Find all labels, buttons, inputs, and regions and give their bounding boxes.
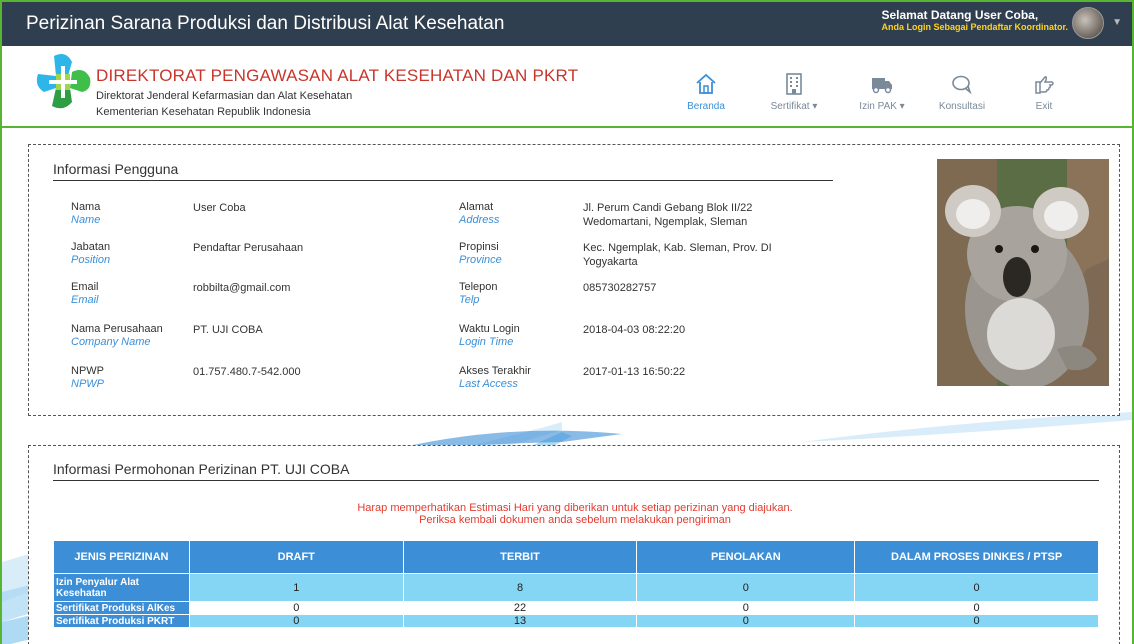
divider xyxy=(53,480,1099,481)
table-row[interactable]: Sertifikat Produksi AlKes 0 22 0 0 xyxy=(53,601,1099,615)
section-title: Informasi Pengguna xyxy=(53,161,179,177)
org-title: DIREKTORAT PENGAWASAN ALAT KESEHATAN DAN… xyxy=(96,66,579,85)
role-note: Anda Login Sebagai Pendaftar Koordinator… xyxy=(881,22,1068,32)
application-info-panel: Informasi Permohonan Perizinan PT. UJI C… xyxy=(28,445,1120,644)
profile-photo xyxy=(937,159,1109,386)
last-access-label: Akses Terakhir Last Access xyxy=(459,365,531,390)
org-ministry: Kementerian Kesehatan Republik Indonesia xyxy=(96,106,311,118)
draft-count[interactable]: 1 xyxy=(188,573,404,602)
column-header: TERBIT xyxy=(402,540,638,574)
position-value: Pendaftar Perusahaan xyxy=(193,242,304,254)
nav-label: Exit xyxy=(1035,101,1053,112)
company-label: Nama Perusahaan Company Name xyxy=(71,323,163,348)
welcome-text: Selamat Datang User Coba, xyxy=(881,8,1039,22)
nav-izin-pak[interactable]: Izin PAK ▾ xyxy=(842,72,922,112)
phone-label: Telepon Telp xyxy=(459,281,498,306)
address-value: Jl. Perum Candi Gebang Blok II/22 Wedomar… xyxy=(583,202,753,228)
column-header: DALAM PROSES DINKES / PTSP xyxy=(854,540,1099,574)
permit-type: Sertifikat Produksi AlKes xyxy=(53,601,190,615)
chevron-down-icon[interactable]: ▼ xyxy=(1112,17,1122,28)
nav-label: Izin PAK ▾ xyxy=(859,101,905,112)
chat-icon xyxy=(952,75,972,95)
app-window: Perizinan Sarana Produksi dan Distribusi… xyxy=(0,0,1134,644)
section-title: Informasi Permohonan Perizinan PT. UJI C… xyxy=(53,461,350,477)
nav-sertifikat[interactable]: Sertifikat ▾ xyxy=(754,72,834,112)
nav-label: Sertifikat ▾ xyxy=(770,101,818,112)
home-icon xyxy=(696,73,716,94)
nav-label: Beranda xyxy=(687,101,725,112)
ministry-logo xyxy=(36,54,91,109)
last-access-value: 2017-01-13 16:50:22 xyxy=(583,366,686,378)
name-value: User Coba xyxy=(193,202,246,214)
issued-count[interactable]: 22 xyxy=(402,601,638,615)
rejected-count[interactable]: 0 xyxy=(636,573,856,602)
app-title: Perizinan Sarana Produksi dan Distribusi… xyxy=(26,13,505,34)
province-label: Propinsi Province xyxy=(459,241,502,266)
issued-count[interactable]: 8 xyxy=(402,573,638,602)
site-header: DIREKTORAT PENGAWASAN ALAT KESEHATAN DAN… xyxy=(2,46,1132,128)
notice-estimate: Harap memperhatikan Estimasi Hari yang d… xyxy=(357,502,793,514)
province-value: Kec. Ngemplak, Kab. Sleman, Prov. DI Yogy… xyxy=(583,242,772,268)
company-value: PT. UJI COBA xyxy=(193,324,263,336)
in-process-count[interactable]: 0 xyxy=(854,614,1099,628)
draft-count[interactable]: 0 xyxy=(188,614,404,628)
truck-icon xyxy=(872,78,892,94)
issued-count[interactable]: 13 xyxy=(402,614,638,628)
top-bar: Perizinan Sarana Produksi dan Distribusi… xyxy=(2,2,1132,46)
in-process-count[interactable]: 0 xyxy=(854,573,1099,602)
permit-summary-table: JENIS PERIZINAN DRAFT TERBIT PENOLAKAN D… xyxy=(53,540,1099,628)
nav-label: Konsultasi xyxy=(938,101,986,112)
org-subtitle: Direktorat Jenderal Kefarmasian dan Alat… xyxy=(96,90,353,102)
column-header: DRAFT xyxy=(188,540,404,574)
login-time-label: Waktu Login Login Time xyxy=(459,323,520,348)
nav-exit[interactable]: Exit xyxy=(1004,72,1084,112)
email-label: Email Email xyxy=(71,281,99,306)
phone-value: 085730282757 xyxy=(583,282,657,294)
column-header: JENIS PERIZINAN xyxy=(53,540,190,574)
rejected-count[interactable]: 0 xyxy=(636,601,856,615)
user-greeting[interactable]: Selamat Datang User Coba, Anda Login Seb… xyxy=(881,8,1068,32)
npwp-label: NPWP NPWP xyxy=(71,365,104,390)
position-label: Jabatan Position xyxy=(71,241,111,266)
exit-icon xyxy=(1035,76,1054,94)
permit-type: Sertifikat Produksi PKRT xyxy=(53,614,190,628)
table-header-row: JENIS PERIZINAN DRAFT TERBIT PENOLAKAN D… xyxy=(53,540,1099,574)
login-time-value: 2018-04-03 08:22:20 xyxy=(583,324,686,336)
building-icon xyxy=(786,73,802,95)
nav-konsultasi[interactable]: Konsultasi xyxy=(922,72,1002,112)
address-label: Alamat Address xyxy=(459,201,500,226)
email-value: robbilta@gmail.com xyxy=(193,282,291,294)
npwp-value: 01.757.480.7-542.000 xyxy=(193,366,301,378)
avatar[interactable] xyxy=(1072,7,1104,39)
rejected-count[interactable]: 0 xyxy=(636,614,856,628)
divider xyxy=(53,180,833,181)
permit-type: Izin Penyalur Alat Kesehatan xyxy=(53,573,190,602)
table-row[interactable]: Izin Penyalur Alat Kesehatan 1 8 0 0 xyxy=(53,573,1099,602)
notice-check-documents: Periksa kembali dokumen anda sebelum mel… xyxy=(419,514,731,526)
draft-count[interactable]: 0 xyxy=(188,601,404,615)
table-row[interactable]: Sertifikat Produksi PKRT 0 13 0 0 xyxy=(53,614,1099,628)
name-label: Nama Name xyxy=(71,201,101,226)
nav-beranda[interactable]: Beranda xyxy=(666,72,746,112)
column-header: PENOLAKAN xyxy=(636,540,856,574)
in-process-count[interactable]: 0 xyxy=(854,601,1099,615)
